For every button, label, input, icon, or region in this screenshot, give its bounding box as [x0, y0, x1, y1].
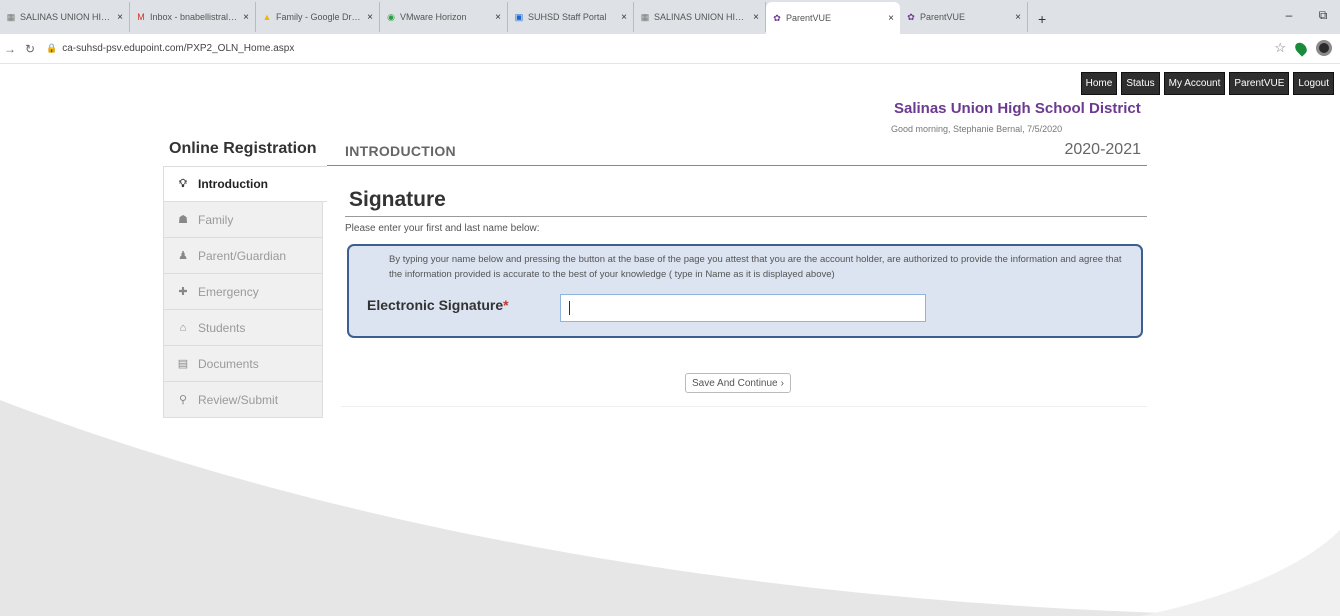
sidebar-item-introduction[interactable]: 💡︎ Introduction [163, 166, 327, 202]
sidebar-item-label: Emergency [198, 284, 259, 299]
sidebar-item-label: Documents [198, 356, 259, 371]
sidebar-item-parent-guardian[interactable]: ♟ Parent/Guardian [163, 238, 323, 274]
sidebar-item-family[interactable]: ☗ Family [163, 202, 323, 238]
close-tab-icon[interactable]: × [888, 13, 894, 24]
registration-sidebar: Online Registration 💡︎ Introduction ☗ Fa… [163, 136, 327, 418]
text-caret [569, 301, 570, 315]
sidebar-item-label: Students [198, 320, 246, 335]
forward-icon[interactable]: → [0, 42, 20, 56]
new-tab-button[interactable]: + [1028, 4, 1056, 34]
browser-tab-title: ParentVUE [786, 13, 832, 23]
sidebar-item-documents[interactable]: ▤ Documents [163, 346, 323, 382]
page-title: Signature [349, 188, 446, 211]
close-tab-icon[interactable]: × [1015, 12, 1021, 23]
sidebar-item-label: Introduction [198, 177, 268, 191]
sidebar-item-emergency[interactable]: ✚ Emergency [163, 274, 323, 310]
minimize-button[interactable]: – [1272, 8, 1306, 22]
school-icon: ▦ [640, 11, 650, 22]
browser-tab[interactable]: M Inbox - bnabellistraloud × [130, 2, 256, 32]
signature-panel: By typing your name below and pressing t… [347, 244, 1143, 338]
document-icon: ▤ [177, 358, 189, 370]
family-icon: ☗ [178, 214, 188, 226]
extension-icon[interactable] [1292, 39, 1310, 57]
browser-tab[interactable]: ◉ VMware Horizon × [380, 2, 508, 32]
school-year: 2020-2021 [1064, 141, 1141, 158]
portal-icon: ▣ [514, 11, 524, 22]
students-icon: ⌂ [179, 321, 187, 334]
browser-tab-title: SUHSD Staff Portal [528, 12, 607, 22]
bookmark-star-icon[interactable]: ☆ [1274, 40, 1286, 56]
electronic-signature-input[interactable] [560, 294, 926, 322]
required-mark: * [503, 297, 509, 313]
user-icon: ♟ [178, 250, 188, 262]
browser-tab-title: VMware Horizon [400, 12, 467, 22]
profile-avatar[interactable] [1316, 40, 1332, 56]
signature-label: Electronic Signature* [367, 297, 509, 313]
section-header: INTRODUCTION 2020-2021 [327, 136, 1147, 166]
url-text: ca-suhsd-psv.edupoint.com/PXP2_OLN_Home.… [62, 43, 295, 54]
browser-tab-title: SALINAS UNION HIGH SCH [654, 12, 748, 22]
nav-parentvue-link[interactable]: ParentVUE [1229, 72, 1290, 95]
medkit-icon: ✚ [178, 286, 188, 298]
vmware-icon: ◉ [387, 11, 395, 22]
nav-home-link[interactable]: Home [1080, 72, 1118, 95]
reload-icon[interactable]: ↻ [20, 42, 40, 56]
top-nav: Home Status My Account ParentVUE Logout [1080, 72, 1334, 95]
lock-icon: 🔒 [46, 43, 58, 53]
browser-tab-title: Inbox - bnabellistraloud [150, 12, 238, 22]
gmail-icon: M [137, 12, 145, 22]
section-title: INTRODUCTION [345, 143, 456, 159]
close-tab-icon[interactable]: × [367, 12, 373, 23]
browser-tab[interactable]: ✿ ParentVUE × [766, 2, 900, 34]
restore-button[interactable]: ⧉ [1306, 8, 1340, 23]
district-name: Salinas Union High School District [894, 100, 1141, 117]
sidebar-item-label: Family [198, 212, 234, 227]
close-tab-icon[interactable]: × [243, 12, 249, 23]
attestation-text: By typing your name below and pressing t… [389, 254, 1122, 280]
lightbulb-icon: 💡︎ [179, 177, 187, 190]
drive-icon: ▲ [262, 12, 272, 22]
parentvue-icon: ✿ [773, 12, 781, 23]
browser-tab-title: SALINAS UNION HIGH SCH [20, 12, 111, 22]
title-divider [345, 216, 1147, 217]
close-tab-icon[interactable]: × [495, 12, 501, 23]
browser-tab-bar: ▦ SALINAS UNION HIGH SCH × M Inbox - bnabell… [0, 0, 1340, 34]
nav-my-account-link[interactable]: My Account [1163, 72, 1226, 95]
browser-tab[interactable]: ▦ SALINAS UNION HIGH SCH × [634, 2, 766, 32]
close-tab-icon[interactable]: × [621, 12, 627, 23]
browser-tab[interactable]: ✿ ParentVUE × [900, 2, 1028, 32]
window-controls: – ⧉ [1272, 0, 1340, 30]
signature-label-text: Electronic Signature [367, 297, 504, 313]
nav-status-link[interactable]: Status [1121, 72, 1160, 95]
url-field[interactable]: 🔒 ca-suhsd-psv.edupoint.com/PXP2_OLN_Hom… [46, 43, 294, 54]
parentvue-icon: ✿ [907, 11, 915, 22]
sidebar-item-students[interactable]: ⌂ Students [163, 310, 323, 346]
browser-tab-title: Family - Google Drive [276, 12, 362, 22]
nav-logout-link[interactable]: Logout [1293, 72, 1334, 95]
close-tab-icon[interactable]: × [753, 12, 759, 23]
browser-tab[interactable]: ▲ Family - Google Drive × [256, 2, 380, 32]
close-tab-icon[interactable]: × [117, 12, 123, 23]
browser-tab-title: ParentVUE [920, 12, 966, 22]
school-icon: ▦ [6, 11, 16, 22]
greeting-text: Good morning, Stephanie Bernal, 7/5/2020 [891, 124, 1063, 134]
sidebar-item-label: Parent/Guardian [198, 248, 287, 263]
instructions-text: Please enter your first and last name be… [345, 223, 540, 234]
background-swoosh [0, 400, 1340, 616]
main-content: INTRODUCTION 2020-2021 Signature Please … [327, 136, 1147, 407]
sidebar-title: Online Registration [169, 140, 317, 157]
address-bar: → ↻ 🔒 ca-suhsd-psv.edupoint.com/PXP2_OLN… [0, 34, 1340, 64]
browser-tab[interactable]: ▣ SUHSD Staff Portal × [508, 2, 634, 32]
browser-tab[interactable]: ▦ SALINAS UNION HIGH SCH × [0, 2, 130, 32]
